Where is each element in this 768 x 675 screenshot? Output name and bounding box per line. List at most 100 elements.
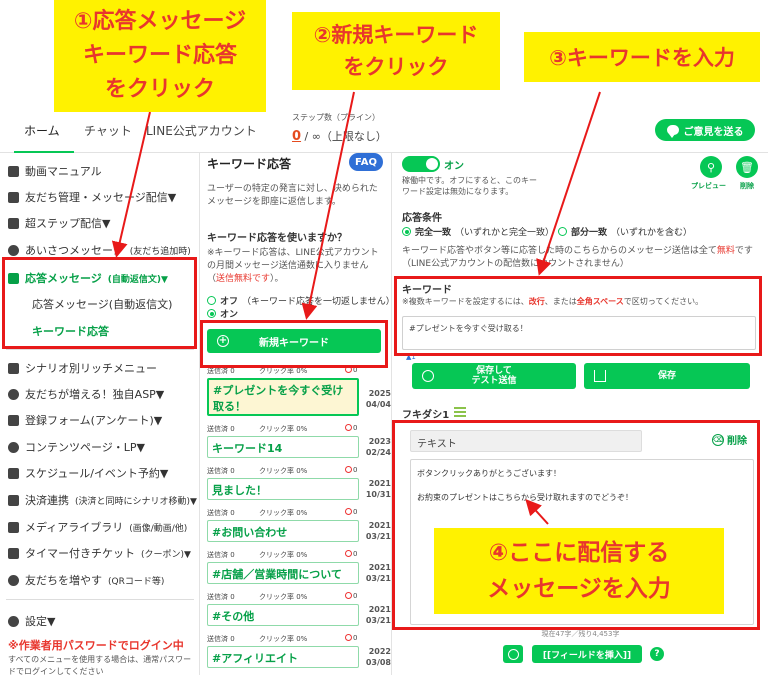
keyword-date: 2021 03/21 xyxy=(365,563,391,583)
keyword-item-selected[interactable]: #プレゼントを今すぐ受け取る！ xyxy=(207,378,359,416)
keyword-row[interactable]: 送信済 0 クリック率 0% 0 #お問い合わせ 2021 03/21 xyxy=(207,508,391,556)
sidebar-divider xyxy=(6,599,194,600)
person-icon xyxy=(8,191,19,203)
phone-icon xyxy=(8,362,19,374)
sidebar-item-add-friends[interactable]: 友だちを増やす (QRコード等) xyxy=(8,572,164,588)
preview-button[interactable]: ⚲ xyxy=(700,156,722,178)
keyword-list-panel: キーワード応答 FAQ ユーザーの特定の発言に対し、決められたメッセージを即座に… xyxy=(201,153,395,675)
callout-step-2: ②新規キーワード をクリック xyxy=(292,12,500,90)
form-icon xyxy=(8,414,19,426)
send-feedback-label: ご意見を送る xyxy=(683,126,744,138)
radio-partial-match[interactable] xyxy=(558,227,568,236)
sidebar-item-content-page[interactable]: コンテンツページ・LP▼ xyxy=(8,439,145,455)
panel-title: キーワード応答 xyxy=(207,157,292,171)
radio-circle xyxy=(207,296,216,305)
keyword-date: 2025 04/04 xyxy=(365,389,391,409)
active-toggle[interactable] xyxy=(402,156,440,172)
toggle-description: 稼働中です。オフにすると、このキーワード設定は無効になります。 xyxy=(402,176,537,196)
sidebar-item-step-delivery[interactable]: 超ステップ配信▼ xyxy=(8,215,110,231)
step-count-limit: / ∞（上限なし） xyxy=(304,130,387,143)
keyword-item[interactable]: #お問い合わせ xyxy=(207,520,359,542)
sidebar-item-rich-menu[interactable]: シナリオ別リッチメニュー xyxy=(8,360,157,376)
download-icon xyxy=(594,370,606,382)
sidebar-item-greeting[interactable]: あいさつメッセージ (友だち追加時) xyxy=(8,242,191,258)
keyword-item[interactable]: #その他 xyxy=(207,604,359,626)
video-icon xyxy=(8,165,19,177)
keyword-date: 2021 03/21 xyxy=(365,521,391,541)
sidebar-item-payment[interactable]: 決済連携 (決済と同時にシナリオ移動)▼ xyxy=(8,492,197,508)
globe-icon xyxy=(8,441,19,453)
stop-icon xyxy=(345,592,352,599)
trash-icon: 🗑 xyxy=(740,160,754,174)
sidebar-item-ticket[interactable]: タイマー付きチケット (クーポン)▼ xyxy=(8,545,191,561)
condition-title: 応答条件 xyxy=(402,213,442,224)
keyword-row[interactable]: 送信済 0 クリック率 0% 0 見ました！ 2021 10/31 xyxy=(207,466,391,514)
keyword-row[interactable]: 送信済 0 クリック率 0% 0 #アフィリエイト 2022 03/08 xyxy=(207,634,391,675)
step-icon xyxy=(8,217,19,229)
keyword-row[interactable]: 送信済 0 クリック率 0% 0 #その他 2021 03/21 xyxy=(207,592,391,640)
tab-chat[interactable]: チャット xyxy=(84,122,132,139)
people-icon xyxy=(8,388,19,400)
send-feedback-button[interactable]: ご意見を送る xyxy=(655,119,755,141)
faq-button[interactable]: FAQ xyxy=(349,153,383,171)
preview-label: プレビュー xyxy=(691,182,726,190)
speech-bubble-icon xyxy=(666,125,679,138)
drag-handle-icon[interactable] xyxy=(454,407,466,417)
free-sending-note: ※キーワード応答は、LINE公式アカウントの月間メッセージ送信通数に入りません（… xyxy=(207,248,379,284)
sidebar-item-friend-management[interactable]: 友だち管理・メッセージ配信▼ xyxy=(8,189,176,205)
sidebar-item-schedule[interactable]: スケジュール/イベント予約▼ xyxy=(8,465,168,481)
operator-login-warning: ※作業者用パスワードでログイン中 xyxy=(8,639,184,652)
calendar-icon xyxy=(8,467,19,479)
keyword-date: 2022 03/08 xyxy=(365,647,391,667)
keyword-row[interactable]: 送信済 0 クリック率 0% 0 #プレゼントを今すぐ受け取る！ 2025 04/04 xyxy=(207,366,391,416)
add-friend-icon xyxy=(8,574,19,586)
sidebar-item-form[interactable]: 登録フォーム(アンケート)▼ xyxy=(8,412,162,428)
bubble-title: フキダシ1 xyxy=(402,410,450,421)
keyword-row[interactable]: 送信済 0 クリック率 0% 0 キーワード14 2023 02/24 xyxy=(207,424,391,472)
sidebar-item-settings[interactable]: 設定▼ xyxy=(8,613,55,629)
check-icon xyxy=(422,370,434,382)
emoji-button[interactable] xyxy=(503,645,523,663)
tab-line-official[interactable]: LINE公式アカウント xyxy=(146,122,257,139)
keyword-item[interactable]: キーワード14 xyxy=(207,436,359,458)
callout-step-3: ③キーワードを入力 xyxy=(524,32,760,82)
toggle-label: オン xyxy=(444,161,464,172)
save-button[interactable]: 保存 xyxy=(584,363,750,389)
panel-description: ユーザーの特定の発言に対し、決められたメッセージを即座に返信します。 xyxy=(207,184,378,207)
stop-icon xyxy=(345,466,352,473)
stop-icon xyxy=(345,424,352,431)
help-icon[interactable]: ? xyxy=(650,647,664,661)
folder-icon xyxy=(8,521,19,533)
smile-icon xyxy=(507,648,519,660)
radio-exact-match[interactable] xyxy=(402,227,411,236)
keyword-date: 2023 02/24 xyxy=(365,437,391,457)
keyword-item[interactable]: #店舗／営業時間について xyxy=(207,562,359,584)
gear-icon xyxy=(8,615,19,627)
sidebar-item-video-manual[interactable]: 動画マニュアル xyxy=(8,163,102,179)
highlight-frame-new-keyword xyxy=(200,320,388,368)
condition-note: キーワード応答やボタン等に応答した時のこちらからのメッセージ送信は全て無料です（… xyxy=(402,246,753,269)
step-count-used[interactable]: 0 xyxy=(292,129,301,144)
sidebar-item-media-library[interactable]: メディアライブラリ (画像/動画/他) xyxy=(8,519,187,535)
condition-options: 完全一致 （いずれかと完全一致） 部分一致 （いずれかを含む） xyxy=(402,225,692,238)
highlight-frame-reply-menu xyxy=(2,257,197,349)
stop-icon xyxy=(345,634,352,641)
insert-field-button[interactable]: [[フィールドを挿入]] xyxy=(532,645,642,663)
radio-keyword-on[interactable]: オン xyxy=(207,307,238,320)
keyword-row[interactable]: 送信済 0 クリック率 0% 0 #店舗／営業時間について 2021 03/21 xyxy=(207,550,391,598)
keyword-item[interactable]: 見ました！ xyxy=(207,478,359,500)
save-and-test-button[interactable]: 保存して テスト送信 xyxy=(412,363,576,389)
stop-icon xyxy=(345,508,352,515)
tab-home[interactable]: ホーム xyxy=(24,122,60,139)
radio-keyword-off[interactable]: オフ （キーワード応答を一切返しません） xyxy=(207,294,395,307)
callout-step-4: ④ここに配信する メッセージを入力 xyxy=(434,528,724,614)
delete-button[interactable]: 🗑 xyxy=(736,156,758,178)
keyword-item[interactable]: #アフィリエイト xyxy=(207,646,359,668)
stop-icon xyxy=(345,550,352,557)
sidebar-item-asp[interactable]: 友だちが増える！独自ASP▼ xyxy=(8,386,164,402)
use-keyword-question: キーワード応答を使いますか？ xyxy=(207,233,347,244)
callout-step-1: ①応答メッセージ キーワード応答 をクリック xyxy=(54,0,266,112)
step-count-value: 0 / ∞（上限なし） xyxy=(292,128,387,144)
operator-login-note: すべてのメニューを使用する場合は、通常パスワードでログインしてください xyxy=(8,655,192,675)
sidebar-divider xyxy=(6,349,194,350)
